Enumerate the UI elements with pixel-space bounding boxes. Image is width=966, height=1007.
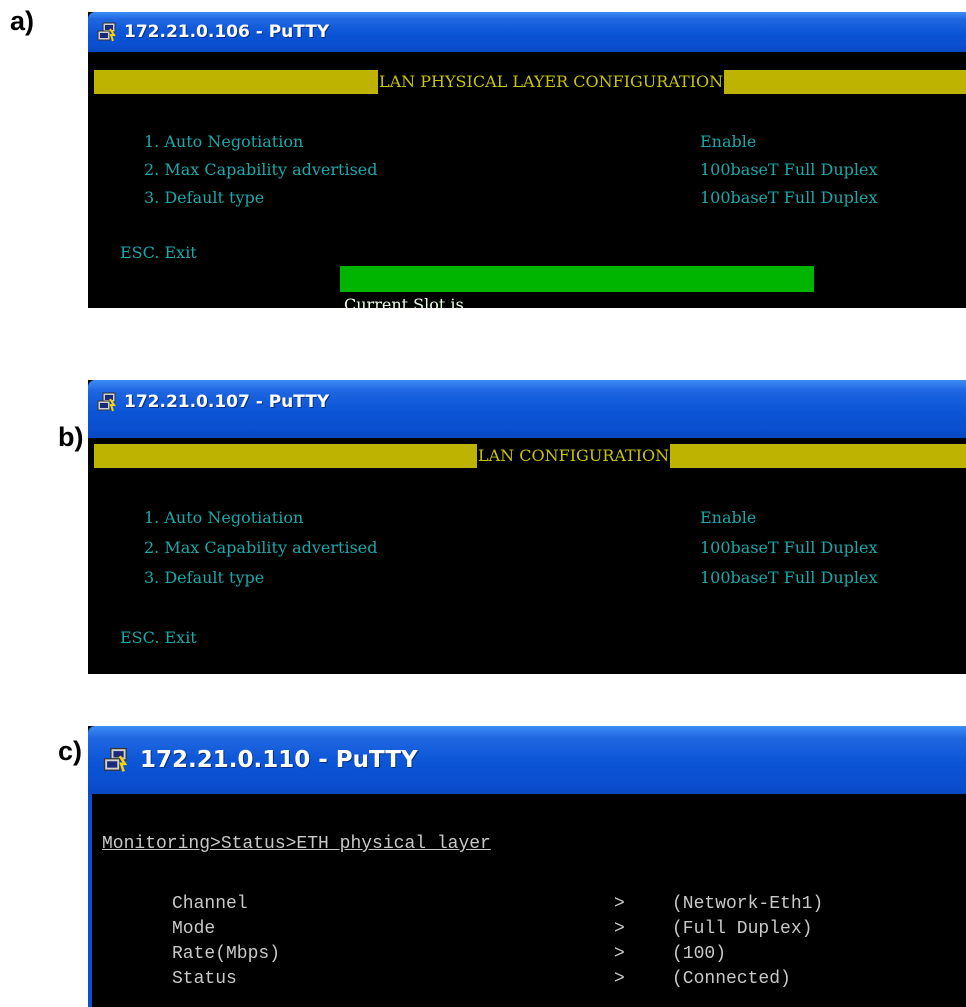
- status-row-label-channel: Channel: [172, 894, 248, 914]
- status-row-separator: >: [614, 919, 625, 939]
- panel-label-c: c): [58, 736, 83, 766]
- title-bar[interactable]: 172.21.0.107 - PuTTY: [88, 380, 966, 438]
- menu-item-default-type[interactable]: 3. Default type: [144, 188, 264, 208]
- status-row-separator: >: [614, 894, 625, 914]
- menu-value-auto-negotiation: Enable: [700, 508, 757, 527]
- menu-item-max-capability[interactable]: 2. Max Capability advertised: [144, 538, 378, 558]
- menu-value-default-type: 100baseT Full Duplex: [700, 188, 878, 207]
- status-row-label-rate: Rate(Mbps): [172, 944, 281, 964]
- terminal-area[interactable]: Monitoring>Status>ETH physical layer Cha…: [88, 794, 966, 1007]
- status-row-label-mode: Mode: [172, 919, 216, 939]
- panel-label-b: b): [58, 422, 84, 452]
- panel-label-a: a): [10, 6, 35, 36]
- status-row-separator: >: [614, 969, 625, 989]
- status-row-value-rate: (100): [672, 944, 727, 964]
- putty-icon: [96, 21, 118, 43]
- putty-window-b: 172.21.0.107 - PuTTY LAN CONFIGURATION 1…: [88, 380, 966, 674]
- window-title: 172.21.0.107 - PuTTY: [124, 392, 330, 412]
- status-row-value-status: (Connected): [672, 969, 791, 989]
- status-row-separator: >: [614, 944, 625, 964]
- putty-window-c: 172.21.0.110 - PuTTY Monitoring>Status>E…: [88, 726, 966, 1007]
- status-row-value-mode: (Full Duplex): [672, 919, 813, 939]
- window-title: 172.21.0.110 - PuTTY: [140, 747, 418, 773]
- putty-window-a: 172.21.0.106 - PuTTY LAN PHYSICAL LAYER …: [88, 12, 966, 308]
- current-slot-bar: Current Slot is 1: [340, 266, 814, 308]
- window-title: 172.21.0.106 - PuTTY: [124, 22, 330, 42]
- menu-value-default-type: 100baseT Full Duplex: [700, 568, 878, 587]
- terminal-area[interactable]: LAN PHYSICAL LAYER CONFIGURATION 1. Auto…: [88, 52, 966, 308]
- menu-item-exit[interactable]: ESC. Exit: [120, 628, 197, 648]
- breadcrumb: Monitoring>Status>ETH physical layer: [102, 834, 491, 854]
- title-bar[interactable]: 172.21.0.110 - PuTTY: [88, 726, 966, 794]
- putty-icon: [96, 391, 118, 413]
- putty-icon: [102, 746, 130, 774]
- menu-item-auto-negotiation[interactable]: 1. Auto Negotiation: [144, 132, 303, 152]
- terminal-area[interactable]: LAN CONFIGURATION 1. Auto Negotiation En…: [88, 438, 966, 674]
- menu-value-max-capability: 100baseT Full Duplex: [700, 160, 878, 179]
- current-slot-label: Current Slot is: [344, 295, 464, 308]
- menu-item-exit[interactable]: ESC. Exit: [120, 243, 197, 263]
- menu-item-default-type[interactable]: 3. Default type: [144, 568, 264, 588]
- menu-value-auto-negotiation: Enable: [700, 132, 757, 151]
- menu-value-max-capability: 100baseT Full Duplex: [700, 538, 878, 557]
- menu-item-max-capability[interactable]: 2. Max Capability advertised: [144, 160, 378, 180]
- window-border: [88, 794, 92, 1007]
- status-row-value-channel: (Network-Eth1): [672, 894, 824, 914]
- screen-header: LAN CONFIGURATION: [477, 444, 671, 468]
- menu-item-auto-negotiation[interactable]: 1. Auto Negotiation: [144, 508, 303, 528]
- status-row-label-status: Status: [172, 969, 237, 989]
- title-bar[interactable]: 172.21.0.106 - PuTTY: [88, 12, 966, 52]
- screen-header: LAN PHYSICAL LAYER CONFIGURATION: [378, 70, 725, 94]
